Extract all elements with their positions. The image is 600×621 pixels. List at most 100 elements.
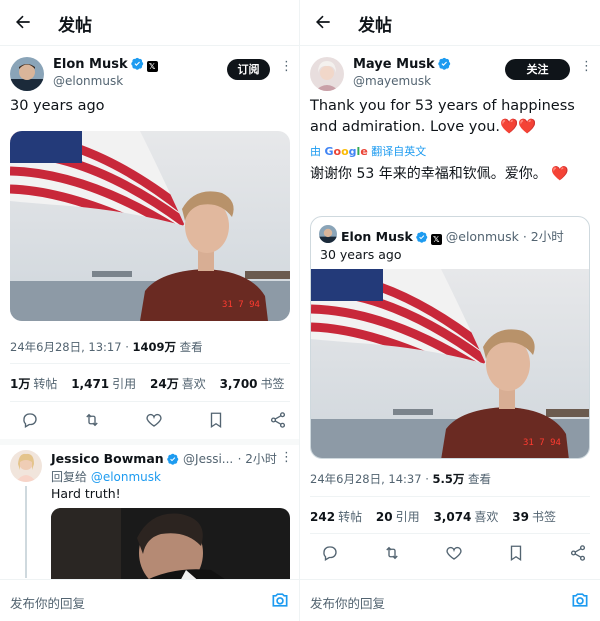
reply-text: Hard truth!	[51, 486, 121, 501]
more-options-icon[interactable]: ⋮	[580, 59, 593, 74]
reply-author-row[interactable]: Jessico Bowman @Jessi... · 2小时	[51, 450, 277, 467]
avatar-jessico[interactable]	[10, 450, 42, 482]
action-bar	[19, 409, 289, 431]
repost-icon	[86, 413, 98, 427]
share-icon	[570, 545, 586, 561]
divider	[310, 533, 590, 534]
reply-input[interactable]: 发布你的回复	[310, 593, 385, 612]
top-bar: 发帖	[0, 0, 300, 46]
tweet-views-label: 查看	[176, 340, 203, 354]
top-bar: 发帖	[300, 0, 600, 46]
reply-composer-bar[interactable]: 发布你的回复	[300, 579, 600, 621]
photo-image: 31 7 94	[10, 131, 290, 321]
left-pane: 发帖 Elon Musk 𝕏 @elonmusk 订阅 ⋮ 30 years ag…	[0, 0, 300, 621]
x-affiliate-badge-icon: 𝕏	[430, 234, 442, 245]
stat-bookmarks[interactable]: 3,700 书签	[220, 377, 285, 391]
tweet-stats: 242 转帖 20 引用 3,074 喜欢 39 书签	[310, 508, 566, 525]
subscribe-button[interactable]: 订阅	[227, 59, 270, 80]
back-arrow-icon	[16, 15, 30, 29]
avatar-elon[interactable]	[10, 57, 44, 91]
reply-icon	[23, 413, 37, 428]
share-button[interactable]	[567, 542, 589, 564]
photo-date-stamp: 31 7 94	[222, 300, 260, 310]
repost-icon	[386, 546, 398, 560]
verified-badge-icon	[416, 231, 428, 243]
like-button[interactable]	[143, 409, 165, 431]
repost-button[interactable]	[81, 409, 103, 431]
reply-icon	[323, 546, 337, 561]
tweet-photo[interactable]: 31 7 94	[10, 131, 290, 321]
tweet-text: Thank you for 53 years of happiness and …	[310, 98, 575, 135]
reply-photo-image	[51, 508, 290, 583]
quote-author-row: Elon Musk 𝕏 @elonmusk · 2小时	[341, 226, 564, 245]
translated-text: 谢谢你 53 年来的幸福和钦佩。爱你。 ❤️	[310, 166, 569, 182]
quote-avatar	[319, 225, 337, 243]
share-button[interactable]	[267, 409, 289, 431]
reply-button[interactable]	[319, 542, 341, 564]
camera-button[interactable]	[270, 590, 290, 614]
right-pane: 发帖 Maye Musk @mayemusk 关注 ⋮ Thank you fo…	[300, 0, 600, 621]
share-icon	[270, 412, 286, 428]
reply-author-name: Jessico Bowman	[51, 451, 164, 466]
author-name: Maye Musk	[353, 57, 435, 72]
follow-button[interactable]: 关注	[505, 59, 570, 80]
stat-bookmarks[interactable]: 39 书签	[512, 510, 556, 524]
avatar-maye[interactable]	[310, 57, 344, 91]
author-name-row[interactable]: Elon Musk 𝕏	[53, 57, 158, 72]
stat-reposts[interactable]: 1万 转帖	[10, 377, 57, 391]
tweet-date: 24年6月28日, 14:37 ·	[310, 472, 433, 486]
back-button[interactable]	[310, 9, 336, 35]
replying-to: 回复给 @elonmusk	[51, 470, 161, 484]
divider	[10, 363, 290, 364]
camera-icon	[272, 593, 288, 607]
quote-author-name: Elon Musk	[341, 229, 413, 244]
tweet-stats: 1万 转帖 1,471 引用 24万 喜欢 3,700 书签	[10, 375, 295, 392]
back-arrow-icon	[316, 15, 330, 29]
reply-composer-bar[interactable]: 发布你的回复	[0, 579, 300, 621]
stat-likes[interactable]: 3,074 喜欢	[433, 510, 498, 524]
author-handle[interactable]: @mayemusk	[353, 74, 431, 88]
repost-button[interactable]	[381, 542, 403, 564]
tweet-views[interactable]: 5.5万	[433, 472, 465, 486]
quote-author-handle: @elonmusk	[445, 229, 519, 244]
heart-emoji: ❤️	[551, 166, 569, 182]
stat-reposts[interactable]: 242 转帖	[310, 510, 362, 524]
heart-emoji: ❤️❤️	[500, 119, 537, 135]
reply-button[interactable]	[19, 409, 41, 431]
stat-quotes[interactable]: 1,471 引用	[71, 377, 136, 391]
translated-by[interactable]: 由 Google 翻译自英文	[310, 143, 426, 159]
like-button[interactable]	[443, 542, 465, 564]
reply-more-options-icon[interactable]: ⋮	[280, 450, 293, 465]
verified-badge-icon	[166, 453, 178, 465]
reply-input[interactable]: 发布你的回复	[10, 593, 85, 612]
avatar-image	[310, 57, 344, 91]
stat-quotes[interactable]: 20 引用	[376, 510, 420, 524]
bookmark-button[interactable]	[205, 409, 227, 431]
tweet-views[interactable]: 1409万	[133, 340, 177, 354]
quote-text: 30 years ago	[320, 247, 402, 262]
x-affiliate-badge-icon: 𝕏	[146, 61, 158, 72]
bookmark-button[interactable]	[505, 542, 527, 564]
author-name: Elon Musk	[53, 57, 128, 72]
section-divider	[0, 439, 300, 445]
photo-image: 31 7 94	[311, 269, 589, 458]
quote-time: · 2小时	[522, 229, 564, 244]
camera-button[interactable]	[570, 590, 590, 614]
verified-badge-icon	[437, 57, 450, 70]
quote-photo: 31 7 94	[311, 269, 589, 458]
replying-to-handle[interactable]: @elonmusk	[91, 470, 161, 484]
stat-likes[interactable]: 24万 喜欢	[150, 377, 206, 391]
tweet-text: 30 years ago	[10, 98, 105, 114]
more-options-icon[interactable]: ⋮	[280, 59, 293, 74]
page-title: 发帖	[58, 16, 92, 36]
reply-photo[interactable]	[51, 508, 290, 583]
camera-icon	[572, 593, 588, 607]
author-name-row[interactable]: Maye Musk	[353, 57, 451, 72]
author-handle[interactable]: @elonmusk	[53, 74, 123, 88]
tweet-meta: 24年6月28日, 14:37 · 5.5万 查看	[310, 471, 491, 487]
back-button[interactable]	[10, 9, 36, 35]
quoted-tweet[interactable]: Elon Musk 𝕏 @elonmusk · 2小时 30 years ago	[310, 216, 590, 459]
tweet-date: 24年6月28日, 13:17 ·	[10, 340, 133, 354]
action-bar	[319, 542, 589, 564]
tweet-views-label: 查看	[464, 472, 492, 486]
